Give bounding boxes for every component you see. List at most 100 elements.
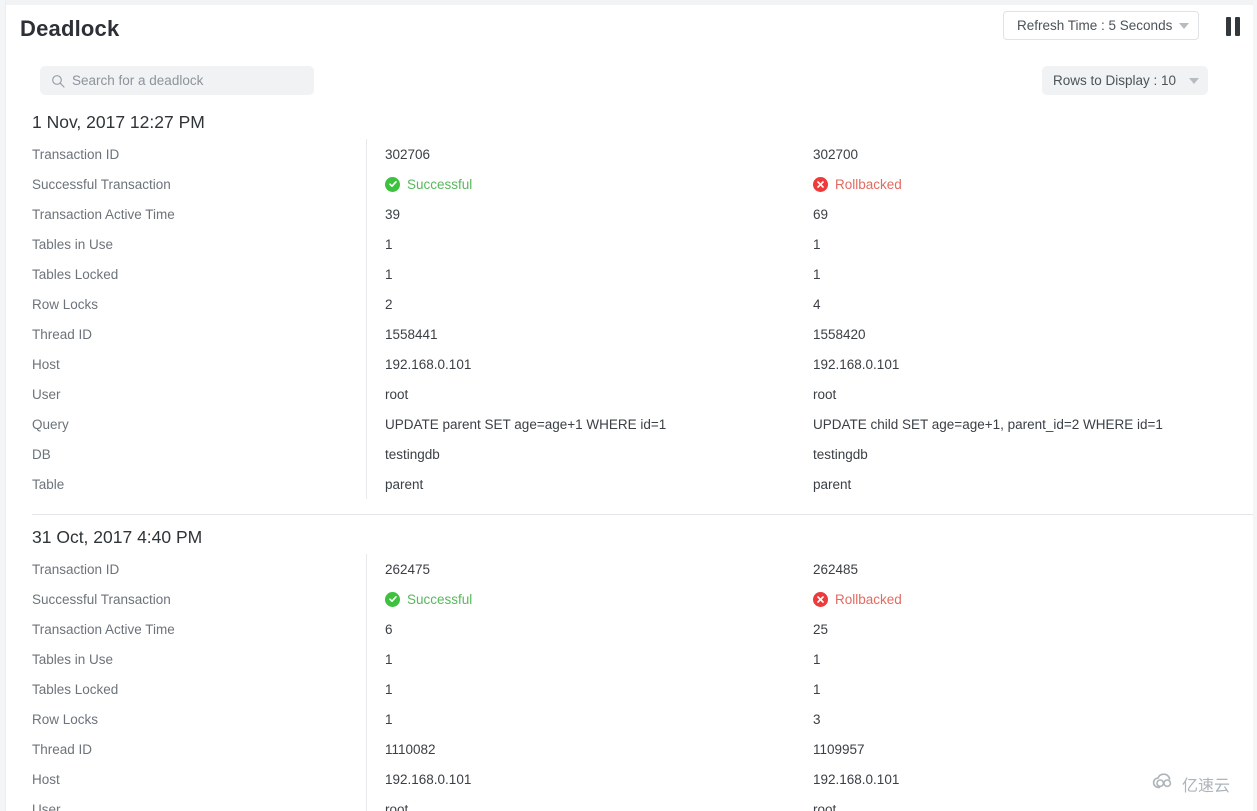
table-row: Transaction Active Time 39 69 [6, 199, 1253, 229]
transaction-1-value: 1558441 [385, 326, 438, 342]
status-label: Successful [407, 591, 473, 607]
table-row: Transaction Active Time 6 25 [6, 614, 1253, 644]
transaction-2-value: 1 [813, 681, 821, 697]
status-badge: Successful [385, 176, 473, 192]
window-right-strip [1253, 0, 1257, 811]
row-label: Query [32, 416, 69, 432]
row-label: User [32, 801, 61, 811]
table-row: User root root [6, 794, 1253, 811]
record-timestamp: 31 Oct, 2017 4:40 PM [32, 527, 203, 547]
status-badge: Rollbacked [813, 176, 902, 192]
row-label: User [32, 386, 61, 402]
transaction-1-value: 192.168.0.101 [385, 771, 472, 787]
search-input[interactable] [72, 67, 303, 94]
table-row: Transaction ID 302706 302700 [6, 139, 1253, 169]
transaction-2-value: 302700 [813, 146, 859, 162]
transaction-1-value: 262475 [385, 561, 431, 577]
table-row: DB testingdb testingdb [6, 439, 1253, 469]
transaction-2-value: 192.168.0.101 [813, 356, 900, 372]
table-row: Host 192.168.0.101 192.168.0.101 [6, 764, 1253, 794]
table-row: Query UPDATE parent SET age=age+1 WHERE i… [6, 409, 1253, 439]
table-row: Thread ID 1110082 1109957 [6, 734, 1253, 764]
transaction-1-value: parent [385, 476, 424, 492]
rows-to-display-label: Rows to Display : 10 [1053, 73, 1177, 88]
transaction-2-value: 1558420 [813, 326, 866, 342]
cloud-logo-icon [1152, 772, 1178, 796]
row-label: Successful Transaction [32, 176, 171, 192]
record-divider [32, 514, 1253, 515]
row-label: Row Locks [32, 296, 99, 312]
transaction-2-value: 1 [813, 236, 821, 252]
pause-button[interactable] [1222, 15, 1244, 37]
table-row: Row Locks 1 3 [6, 704, 1253, 734]
deadlock-page: Deadlock Refresh Time : 5 Seconds Rows t… [0, 0, 1257, 811]
row-label: Thread ID [32, 326, 93, 342]
transaction-2-value: 25 [813, 621, 829, 637]
row-label: Row Locks [32, 711, 99, 727]
transaction-1-value: 6 [385, 621, 393, 637]
record-timestamp: 1 Nov, 2017 12:27 PM [32, 112, 205, 132]
watermark-text: 亿速云 [1182, 776, 1231, 795]
search-box[interactable] [40, 66, 314, 95]
row-label: Tables Locked [32, 266, 119, 282]
row-label: Transaction Active Time [32, 621, 175, 637]
deadlock-record: 1 Nov, 2017 12:27 PM Transaction ID 302706… [6, 104, 1253, 519]
row-label: Transaction Active Time [32, 206, 175, 222]
transaction-1-value: 1 [385, 651, 393, 667]
transaction-2-value: Rollbacked [813, 169, 902, 199]
table-row: User root root [6, 379, 1253, 409]
row-label: Transaction ID [32, 561, 120, 577]
transaction-1-value: Successful [385, 169, 472, 199]
status-badge: Successful [385, 591, 473, 607]
status-label: Successful [407, 176, 473, 192]
transaction-1-value: Successful [385, 584, 472, 614]
check-circle-icon [385, 176, 400, 192]
transaction-1-value: 2 [385, 296, 393, 312]
transaction-2-value: 69 [813, 206, 829, 222]
row-label: Tables in Use [32, 236, 114, 252]
table-row: Transaction ID 262475 262485 [6, 554, 1253, 584]
transaction-1-value: testingdb [385, 446, 440, 462]
transaction-2-value: UPDATE child SET age=age+1, parent_id=2 … [813, 416, 1163, 432]
transaction-2-value: parent [813, 476, 852, 492]
transaction-1-value: root [385, 386, 409, 402]
row-label: Host [32, 356, 60, 372]
record-table: Transaction ID 262475 262485 Successful Tra… [6, 554, 1253, 811]
table-row: Successful Transaction Successful Rollback… [6, 169, 1253, 199]
table-row: Table parent parent [6, 469, 1253, 499]
rows-to-display-select[interactable]: Rows to Display : 10 [1042, 66, 1208, 95]
table-row: Row Locks 2 4 [6, 289, 1253, 319]
transaction-1-value: UPDATE parent SET age=age+1 WHERE id=1 [385, 416, 667, 432]
page-header: Deadlock Refresh Time : 5 Seconds [6, 5, 1253, 50]
transaction-2-value: 3 [813, 711, 821, 727]
check-circle-icon [385, 591, 400, 607]
transaction-1-value: 1 [385, 236, 393, 252]
transaction-1-value: 192.168.0.101 [385, 356, 472, 372]
transaction-2-value: 192.168.0.101 [813, 771, 900, 787]
transaction-2-value: Rollbacked [813, 584, 902, 614]
record-table: Transaction ID 302706 302700 Successful Tra… [6, 139, 1253, 499]
transaction-1-value: 302706 [385, 146, 431, 162]
transaction-1-value: root [385, 801, 409, 811]
row-label: Host [32, 771, 60, 787]
watermark: 亿速云 [1152, 772, 1230, 796]
refresh-time-select[interactable]: Refresh Time : 5 Seconds [1003, 11, 1199, 40]
table-row: Host 192.168.0.101 192.168.0.101 [6, 349, 1253, 379]
table-row: Thread ID 1558441 1558420 [6, 319, 1253, 349]
transaction-1-value: 1 [385, 266, 393, 282]
page-title: Deadlock [20, 16, 120, 41]
row-label: Successful Transaction [32, 591, 171, 607]
refresh-time-label: Refresh Time : 5 Seconds [1017, 18, 1173, 33]
transaction-1-value: 39 [385, 206, 401, 222]
transaction-2-value: 262485 [813, 561, 859, 577]
transaction-1-value: 1110082 [385, 741, 436, 757]
transaction-2-value: 4 [813, 296, 821, 312]
pause-icon-bar2 [1235, 16, 1240, 36]
row-label: Table [32, 476, 65, 492]
search-icon [51, 74, 65, 88]
chevron-down-icon [1189, 77, 1199, 84]
table-row: Tables in Use 1 1 [6, 229, 1253, 259]
row-label: Tables in Use [32, 651, 114, 667]
row-label: Thread ID [32, 741, 93, 757]
row-label: DB [32, 446, 51, 462]
